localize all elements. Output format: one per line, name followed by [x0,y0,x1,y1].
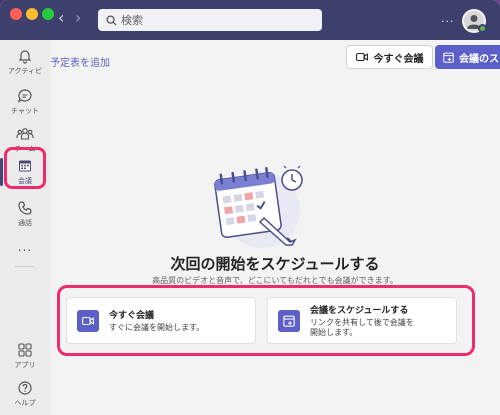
card-description: リンクを共有して後で会議を 開始します。 [310,318,414,338]
video-icon [355,52,368,62]
presence-status-badge [478,24,487,33]
empty-state-title: 次回の開始をスケジュールする [170,255,380,273]
close-window-button[interactable] [10,8,22,20]
card-description-line-2: 開始します。 [310,328,358,337]
add-calendar-link[interactable]: 予定表を追加 [50,54,110,69]
schedule-meeting-card[interactable]: 会議をスケジュールする リンクを共有して後で会議を 開始します。 [267,297,457,344]
sidebar-item-activity[interactable]: アクティビ [0,42,50,82]
meet-now-label: 今すぐ会議 [373,53,424,65]
bell-icon [18,50,32,64]
apps-icon [18,343,32,357]
sidebar-item-label: 通話 [18,219,32,227]
search-box[interactable] [98,9,322,31]
calendar-plus-icon [443,52,454,63]
sidebar-item-calls[interactable]: 通話 [0,194,50,234]
forward-arrow-icon[interactable]: › [75,10,81,26]
help-icon [18,381,32,395]
meetings-main-panel: 予定表を追加 今すぐ会議 会議のス 次回の開始をスケジュールする 高品質のビデオ… [50,40,500,415]
sidebar-item-label: アプリ [14,361,36,369]
meet-now-button[interactable]: 今すぐ会議 [346,45,433,69]
highlight-outline-sidebar [4,147,46,189]
sidebar-item-label: ヘルプ [14,399,36,407]
schedule-meeting-label: 会議のス [459,53,499,65]
minimize-window-button[interactable] [26,8,38,20]
schedule-meeting-button[interactable]: 会議のス [435,45,500,69]
zoom-window-button[interactable] [42,8,54,20]
video-icon [77,309,99,332]
more-apps-button[interactable]: ... [0,240,50,254]
chat-icon [17,89,32,103]
sidebar-divider [15,266,35,267]
sidebar-item-apps[interactable]: アプリ [0,336,50,376]
search-input[interactable] [121,13,311,27]
back-arrow-icon[interactable]: ‹ [58,10,64,26]
calendar-plus-icon [278,309,300,332]
teams-icon [16,128,34,140]
card-description: すぐに会議を開始します。 [109,323,205,332]
sidebar-item-chat[interactable]: チャット [0,82,50,122]
more-options-button[interactable]: ... [441,12,455,25]
calendar-illustration [214,165,303,248]
card-description-line-1: リンクを共有して後で会議を [310,318,414,327]
sidebar-item-label: アクティビ [7,67,43,75]
title-bar: ‹ › ... [0,0,500,40]
sidebar-item-help[interactable]: ヘルプ [0,374,50,414]
sidebar-item-label: チャット [11,107,39,115]
teams-window: ‹ › ... アクティビ [0,0,500,415]
card-title: 今すぐ会議 [109,311,155,321]
card-title: 会議をスケジュールする [310,306,409,316]
phone-icon [18,201,32,215]
meet-now-card[interactable]: 今すぐ会議 すぐに会議を開始します。 [66,297,256,344]
search-icon [106,14,117,26]
app-sidebar: アクティビ チャット チーム 会議 通話 ... アプリ ヘルプ [0,40,50,415]
